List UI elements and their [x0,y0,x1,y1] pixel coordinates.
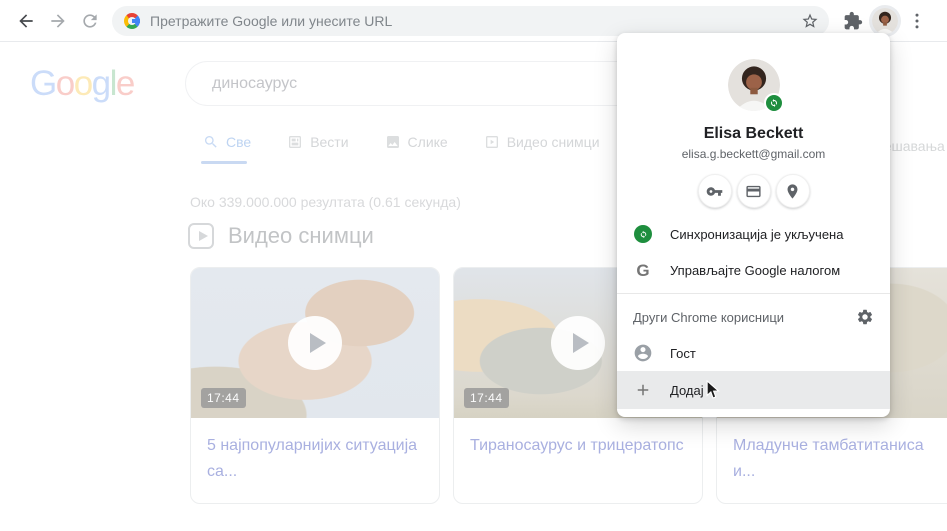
profile-avatar-large [727,59,784,113]
forward-button[interactable] [42,5,74,37]
video-title[interactable]: Младунче тамбатитаниса и... [733,433,947,485]
extensions-button[interactable] [837,5,869,37]
manage-account-label: Управљајте Google налогом [670,262,841,278]
key-icon [706,186,723,196]
add-profile-row[interactable]: Додај [617,371,890,409]
profile-menu: Elisa Beckett elisa.g.beckett@gmail.com … [617,33,890,417]
tab-images[interactable]: Слике [385,134,448,150]
passwords-button[interactable] [697,174,732,208]
video-thumbnail[interactable]: 17:44 [191,268,439,418]
profile-email: elisa.g.beckett@gmail.com [681,147,826,161]
video-title[interactable]: Тираносаурус и трицератопс [470,433,686,459]
other-profiles-label: Други Chrome корисници [633,309,785,325]
sync-status-row[interactable]: Синхронизација је укључена [617,216,890,252]
tab-videos[interactable]: Видео снимци [484,134,600,150]
search-icon [205,136,217,148]
results-summary: Око 339.000.000 резултата (0.61 секунда) [190,194,461,210]
image-icon [386,136,399,148]
addresses-button[interactable] [775,174,810,208]
google-favicon [124,12,140,29]
play-button-icon[interactable] [288,316,342,370]
sync-status-label: Синхронизација је укључена [670,226,844,242]
url-input[interactable] [150,12,801,29]
bookmark-star-icon[interactable] [801,12,819,30]
menu-divider [617,293,890,294]
location-pin-icon [787,183,798,199]
guest-profile-row[interactable]: Гост [617,335,890,371]
guest-icon [634,344,652,362]
back-button[interactable] [10,5,42,37]
tab-label: Вести [310,134,349,150]
browser-menu-button[interactable] [901,5,933,37]
google-g-icon: G [636,260,650,280]
tab-news[interactable]: Вести [287,134,349,150]
video-duration-badge: 17:44 [464,388,509,408]
video-card: 17:44 5 најпопуларнијих ситуација са... [190,267,440,504]
google-logo: Google [30,64,135,103]
video-duration-badge: 17:44 [201,388,246,408]
account-shortcuts [617,174,890,208]
video-title[interactable]: 5 најпопуларнијих ситуација са... [207,433,423,485]
user-avatar [872,7,898,34]
refresh-icon [83,13,97,28]
tab-label: Слике [407,134,448,150]
refresh-button[interactable] [74,5,106,37]
news-icon [289,136,302,148]
forward-icon [51,13,65,28]
videos-section-header: Видео снимци [188,223,374,249]
play-box-icon [188,223,214,249]
address-bar[interactable] [112,5,829,36]
video-icon [485,136,498,148]
add-profile-label: Додај [670,382,704,398]
profile-avatar-button[interactable] [869,4,901,37]
guest-label: Гост [670,345,696,361]
back-icon [19,13,33,28]
tab-label: Видео снимци [506,134,600,150]
sync-badge-icon [763,93,784,113]
tab-label: Све [226,134,252,150]
tab-all[interactable]: Све [200,134,252,164]
plus-icon [637,384,649,396]
sync-on-icon [634,225,652,243]
result-tabs: Све Вести Слике Видео снимци [200,134,600,164]
other-profiles-row: Други Chrome корисници [617,299,890,335]
manage-account-row[interactable]: G Управљајте Google налогом [617,252,890,288]
play-button-icon[interactable] [551,316,605,370]
puzzle-icon [844,11,863,29]
settings-gear-icon[interactable] [856,308,874,326]
profile-name: Elisa Beckett [703,125,804,142]
section-title: Видео снимци [228,223,374,248]
credit-card-icon [746,185,761,197]
mouse-cursor [706,380,720,399]
kebab-menu-icon [915,13,919,28]
payments-button[interactable] [736,174,771,208]
